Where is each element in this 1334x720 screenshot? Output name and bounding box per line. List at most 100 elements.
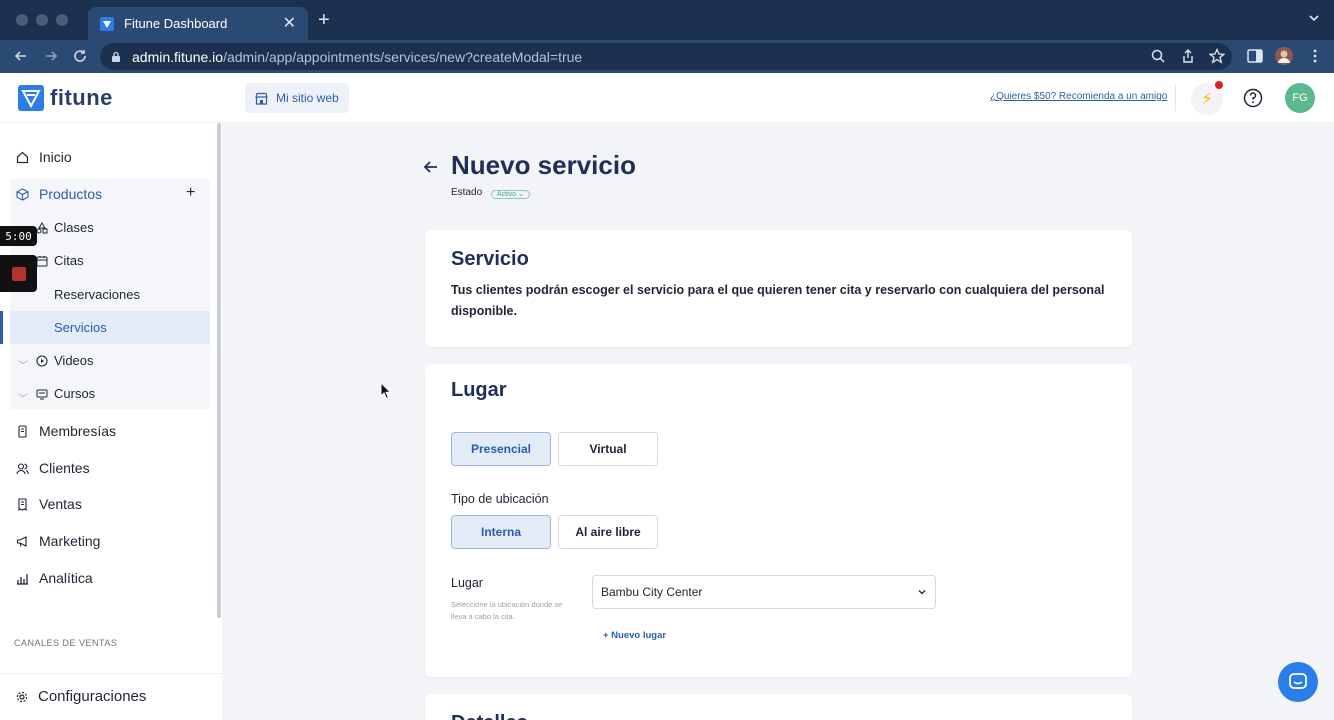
type-interna-button[interactable]: Interna — [451, 515, 551, 549]
browser-tab[interactable]: Fitune Dashboard ✕ — [88, 7, 308, 40]
calendar-icon — [36, 255, 48, 266]
url-input[interactable]: admin.fitune.io/admin/app/appointments/s… — [100, 43, 1232, 70]
sidebar-item-clases[interactable]: Clases — [36, 220, 94, 235]
fitune-logo[interactable]: fitune — [18, 85, 113, 111]
sidebar-item-clientes[interactable]: Clientes — [16, 460, 90, 476]
sidebar-item-membresias[interactable]: Membresías — [16, 423, 116, 439]
new-tab-icon[interactable]: + — [318, 10, 330, 30]
sidebar-item-reservaciones[interactable]: Reservaciones — [54, 287, 140, 302]
sidebar-item-inicio[interactable]: Inicio — [16, 149, 72, 165]
sidebar-item-label: Clientes — [39, 460, 90, 476]
storefront-icon — [255, 92, 268, 105]
stop-recording-button[interactable] — [0, 255, 37, 292]
side-panel-icon[interactable] — [1246, 47, 1264, 65]
sidebar-divider — [0, 673, 222, 674]
url-path: /admin/app/appointments/services/new?cre… — [223, 48, 583, 65]
chevron-down-icon — [918, 590, 926, 595]
bookmark-star-icon[interactable] — [1209, 48, 1225, 64]
lightning-bolt-icon: ⚡ — [1201, 91, 1213, 108]
sidebar-item-label: Membresías — [39, 423, 117, 439]
sidebar-item-label: Inicio — [39, 149, 72, 165]
sidebar-item-citas[interactable]: Citas — [36, 253, 84, 268]
forward-icon[interactable] — [42, 47, 60, 65]
sidebar-item-label: Clases — [54, 220, 94, 235]
tab-close-icon[interactable]: ✕ — [283, 15, 296, 32]
home-icon — [16, 151, 29, 163]
place-select[interactable]: Bambu City Center — [592, 575, 936, 609]
gear-icon — [16, 691, 28, 702]
sidebar-item-servicios[interactable] — [10, 311, 210, 344]
type-outdoor-button[interactable]: Al aire libre — [558, 515, 658, 549]
back-arrow-icon[interactable] — [422, 158, 440, 176]
add-product-icon[interactable]: + — [186, 184, 195, 202]
status-label: Estado — [451, 187, 483, 198]
service-card-title: Servicio — [451, 248, 529, 270]
back-icon[interactable] — [12, 47, 30, 65]
sidebar-item-label: Ventas — [39, 496, 82, 512]
browser-tab-bar: Fitune Dashboard ✕ + — [0, 0, 1334, 40]
status-value: Activo — [497, 191, 517, 198]
lock-icon — [112, 51, 120, 62]
profile-avatar-icon[interactable] — [1275, 47, 1293, 65]
sidebar-item-configuraciones[interactable]: Configuraciones — [16, 688, 146, 705]
chevron-down-icon[interactable]: ﹀ — [18, 390, 28, 405]
bar-chart-icon — [17, 573, 28, 585]
location-card-title: Lugar — [451, 379, 507, 401]
brand-name: fitune — [50, 85, 113, 110]
status-badge[interactable]: Activo ⌄ — [491, 190, 530, 199]
app-viewport: fitune Mi sitio web ¿Quieres $50? Recomi… — [0, 73, 1334, 720]
stop-icon — [11, 266, 26, 281]
tab-title: Fitune Dashboard — [124, 16, 228, 31]
receipt-icon — [18, 497, 27, 511]
service-description: Tus clientes podrán escoger el servicio … — [451, 283, 1105, 318]
sidebar-item-label: Productos — [39, 186, 103, 202]
sidebar-item-ventas[interactable]: Ventas — [16, 496, 82, 512]
location-card: Lugar Presencial Virtual Tipo de ubicaci… — [425, 364, 1132, 677]
browser-menu-icon[interactable] — [1306, 47, 1324, 65]
details-card: Detalles — [425, 694, 1132, 720]
sidebar-item-analitica[interactable]: Analítica — [16, 570, 93, 586]
reload-icon[interactable] — [71, 47, 89, 65]
shapes-icon — [36, 221, 48, 233]
recording-timer: 5:00 — [0, 226, 37, 246]
tab-search-chevron-icon[interactable] — [1308, 12, 1320, 24]
details-card-title: Detalles — [451, 712, 528, 720]
new-place-link[interactable]: + Nuevo lugar — [603, 630, 666, 641]
sidebar-item-label: Analítica — [39, 570, 93, 586]
sidebar-item-label: Videos — [54, 353, 94, 368]
sidebar-item-cursos[interactable]: Cursos — [36, 386, 95, 401]
play-circle-icon — [36, 354, 48, 367]
megaphone-icon — [16, 535, 27, 547]
mode-presencial-button[interactable]: Presencial — [451, 432, 551, 466]
zoom-icon[interactable] — [1150, 48, 1166, 64]
sales-channels-label: CANALES DE VENTAS — [14, 638, 118, 648]
help-button[interactable] — [1238, 83, 1268, 113]
mouse-cursor-icon — [380, 382, 392, 400]
box-icon — [16, 187, 29, 201]
share-icon[interactable] — [1180, 48, 1196, 64]
fitune-logo-icon — [18, 85, 44, 111]
chat-icon — [1289, 673, 1307, 689]
sidebar-item-label: Servicios — [54, 320, 107, 335]
sidebar-scrollbar[interactable] — [217, 123, 221, 618]
notification-dot — [1215, 81, 1223, 89]
sidebar-item-marketing[interactable]: Marketing — [16, 533, 100, 549]
location-type-label: Tipo de ubicación — [451, 492, 549, 506]
user-avatar[interactable]: FG — [1285, 83, 1315, 113]
sidebar-item-label: Marketing — [39, 533, 101, 549]
membership-card-icon — [18, 424, 27, 438]
window-minimize-button[interactable] — [36, 14, 48, 26]
my-website-button[interactable]: Mi sitio web — [245, 83, 349, 113]
chat-support-button[interactable] — [1278, 662, 1318, 702]
chevron-down-icon[interactable]: ﹀ — [18, 357, 28, 372]
mode-virtual-button[interactable]: Virtual — [558, 432, 658, 466]
sidebar-item-videos[interactable]: Videos — [36, 353, 94, 368]
active-indicator — [0, 311, 3, 344]
window-close-button[interactable] — [16, 14, 28, 26]
referral-link[interactable]: ¿Quieres $50? Recomienda a un amigo — [990, 91, 1167, 102]
sidebar-item-productos[interactable]: Productos — [16, 186, 102, 202]
window-zoom-button[interactable] — [56, 14, 68, 26]
sidebar: Inicio Productos + Clases Citas Reservac… — [0, 123, 222, 720]
url-host: admin.fitune.io — [132, 48, 224, 65]
service-card: Servicio Tus clientes podrán escoger el … — [425, 230, 1132, 347]
